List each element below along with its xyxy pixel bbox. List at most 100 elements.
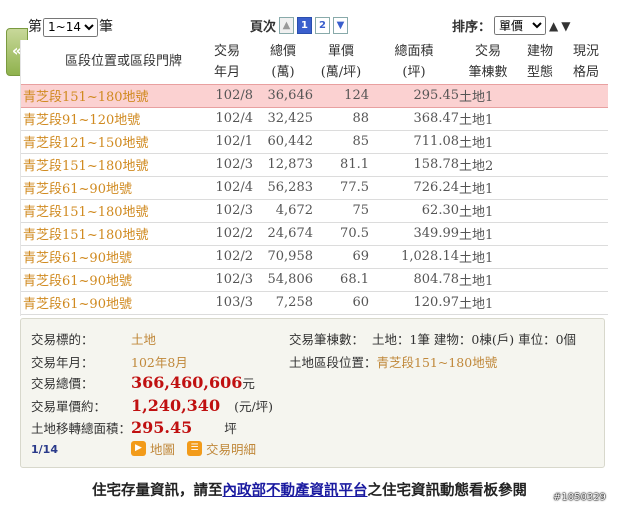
cell-area: 295.45 [369,83,459,108]
range-select[interactable]: 1~14 [43,17,98,37]
detail-unit-unit: (元/坪) [234,399,274,414]
detail-total-value: 366,460,606 [131,373,243,392]
cell-total: 60,442 [253,130,313,154]
cell-building [517,245,563,269]
map-button[interactable]: ▶ 地圖 [131,439,175,458]
cell-total: 12,873 [253,153,313,177]
detail-area-unit: 坪 [224,421,237,436]
detail-area-label: 土地移轉總面積： [31,421,132,436]
cell-building [517,107,563,131]
cell-unit: 85 [313,130,369,154]
sort-label: 排序： [452,20,492,35]
cell-location: 青芝段121~150地號 [21,130,201,154]
cell-building [517,176,563,200]
sort-select[interactable]: 單價 [494,16,547,35]
detail-total-unit: 元 [242,376,255,391]
header-location[interactable]: 區段位置或區段門牌 [21,40,201,84]
cell-area: 120.97 [369,291,459,315]
image-id-watermark: #1050329 [553,492,606,503]
header-building-line2: 型態 [526,64,553,80]
cell-location: 青芝段151~180地號 [21,222,201,246]
header-building[interactable]: 建物 型態 [517,40,563,84]
table-row[interactable]: 青芝段151~180地號 102/2 24,674 70.5 349.99 土地1 [21,222,608,246]
header-count[interactable]: 交易 筆棟數 [459,40,517,84]
cell-total: 54,806 [253,268,313,292]
header-total[interactable]: 總價 (萬) [253,40,313,84]
cell-ym: 102/2 [201,245,253,269]
cell-count: 土地1 [459,268,517,292]
header-total-line2: (萬) [271,64,295,80]
cell-location: 青芝段151~180地號 [21,153,201,177]
cell-total: 24,674 [253,222,313,246]
cell-ym: 102/4 [201,176,253,200]
detail-area: 土地移轉總面積：295.45 坪 [31,418,237,437]
header-ym-line2: 年月 [213,64,240,80]
header-area-line1: 總面積 [394,43,434,59]
header-total-line1: 總價 [269,43,296,59]
cell-ym: 102/8 [201,83,253,108]
header-area[interactable]: 總面積 (坪) [369,40,459,84]
cell-count: 土地1 [459,130,517,154]
detail-type-value: 土地 [131,332,157,347]
sort-descending-icon[interactable]: ▼ [561,19,570,33]
table-row[interactable]: 青芝段61~90地號 102/2 70,958 69 1,028.14 土地1 [21,245,608,269]
cell-unit: 70.5 [313,222,369,246]
table-row[interactable]: 青芝段121~150地號 102/1 60,442 85 711.08 土地1 [21,130,608,154]
page-2-button[interactable]: 2 [315,17,331,34]
cell-building [517,83,563,108]
pagination-bar: 第 1~14 筆 頁次 ▲ 1 2 ▼ 排序： 單價 ▲ ▼ [0,0,619,40]
detail-type-label: 交易標的： [31,332,94,347]
cell-count: 土地1 [459,83,517,108]
page-navigator: 頁次 ▲ 1 2 ▼ [250,16,349,35]
header-ym[interactable]: 交易 年月 [201,40,253,84]
cell-unit: 81.1 [313,153,369,177]
transaction-table: 區段位置或區段門牌 交易年月 總價 (萬) 單價 (萬/坪) 總面積 (坪) 交易 筆棟… [20,40,608,316]
housing-platform-link[interactable]: 內政部不動產資訊平台 [223,482,368,499]
cell-building [517,199,563,223]
header-unit[interactable]: 單價 (萬/坪) [313,40,369,84]
next-page-icon[interactable]: ▼ [333,17,349,34]
detail-ym-value: 102年8月 [131,355,188,370]
table-row[interactable]: 青芝段61~90地號 103/3 7,258 60 120.97 土地1 [21,291,608,315]
transaction-detail-button[interactable]: ☰ 交易明細 [187,439,256,458]
table-row[interactable]: 青芝段61~90地號 102/3 54,806 68.1 804.78 土地1 [21,268,608,292]
detail-page-indicator: 1/14 [31,443,58,456]
header-layout-line1: 現況 [572,43,599,59]
table-row[interactable]: 青芝段91~120地號 102/4 32,425 88 368.47 土地1 [21,107,608,131]
cell-unit: 60 [313,291,369,315]
cell-location: 青芝段91~120地號 [21,107,201,131]
cell-ym: 102/3 [201,199,253,223]
detail-type: 交易標的： 土地 [31,329,156,348]
cell-area: 711.08 [369,130,459,154]
page-1-button[interactable]: 1 [297,17,313,34]
table-row[interactable]: 青芝段61~90地號 102/4 56,283 77.5 726.24 土地1 [21,176,608,200]
prev-page-icon[interactable]: ▲ [279,17,295,34]
sort-ascending-icon[interactable]: ▲ [549,19,558,33]
header-unit-line2: (萬/坪) [320,64,362,80]
cell-area: 726.24 [369,176,459,200]
header-count-line2: 筆棟數 [468,64,508,80]
cell-area: 158.78 [369,153,459,177]
cell-unit: 124 [313,83,369,108]
table-row[interactable]: 青芝段151~180地號 102/8 36,646 124 295.45 土地1 [21,83,608,108]
cell-ym: 102/1 [201,130,253,154]
header-area-line2: (坪) [402,64,426,80]
cell-location: 青芝段151~180地號 [21,83,201,108]
cell-building [517,130,563,154]
header-layout-line2: 格局 [572,64,599,80]
header-layout[interactable]: 現況 格局 [563,40,608,84]
cell-ym: 102/4 [201,107,253,131]
table-row[interactable]: 青芝段151~180地號 102/3 12,873 81.1 158.78 土地2 [21,153,608,177]
detail-ym: 交易年月： 102年8月 [31,352,188,371]
sort-control: 排序： 單價 ▲ ▼ [452,16,570,35]
cell-layout [563,153,608,177]
table-row[interactable]: 青芝段151~180地號 102/3 4,672 75 62.30 土地1 [21,199,608,223]
cell-total: 7,258 [253,291,313,315]
detail-unit: 交易單價約： 1,240,340 (元/坪) [31,396,273,415]
header-ym-line1: 交易 [213,43,240,59]
footer-notice: 住宅存量資訊，請至內政部不動產資訊平台之住宅資訊動態看板參閱 [92,479,527,500]
cell-location: 青芝段61~90地號 [21,176,201,200]
detail-total: 交易總價： 366,460,606元 [31,373,255,392]
cell-building [517,291,563,315]
transaction-detail-panel: 交易標的： 土地 交易年月： 102年8月 交易總價： 366,460,606元 交易… [20,318,605,468]
